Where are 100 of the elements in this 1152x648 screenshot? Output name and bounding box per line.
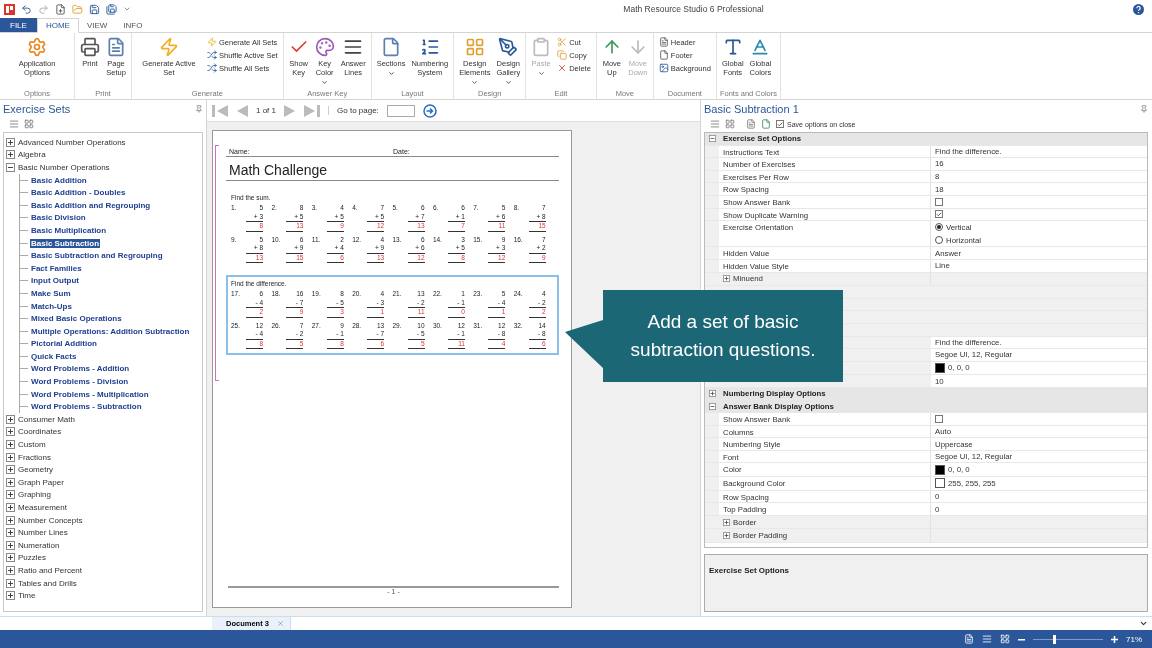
zoom-thumb[interactable] xyxy=(1053,635,1056,644)
pen-icon xyxy=(498,37,519,57)
shuffle-icon xyxy=(207,63,217,73)
tree-item[interactable]: Puzzles xyxy=(17,553,47,563)
view-icon[interactable] xyxy=(964,634,974,644)
tree-item[interactable]: Basic Division xyxy=(30,213,87,223)
tree-item[interactable]: Quick Facts xyxy=(30,351,78,361)
help-icon[interactable] xyxy=(1133,3,1144,15)
expand-icon[interactable] xyxy=(6,137,15,147)
tree-item[interactable]: Measurement xyxy=(17,503,68,512)
zoom-slider[interactable] xyxy=(1033,634,1103,644)
undo-icon[interactable] xyxy=(21,3,32,15)
color-swatch[interactable] xyxy=(935,478,945,489)
expand-icon[interactable] xyxy=(6,566,15,575)
checkbox[interactable] xyxy=(935,197,943,206)
tree-item[interactable]: Geometry xyxy=(17,465,55,475)
tree-item[interactable]: Fractions xyxy=(17,452,52,462)
caret-icon xyxy=(471,79,479,86)
expand-icon[interactable] xyxy=(6,414,15,424)
tree-item[interactable]: Custom xyxy=(17,440,47,450)
ribbon-tab[interactable]: VIEW xyxy=(78,18,116,32)
pin-icon[interactable] xyxy=(195,105,203,113)
save-icon[interactable] xyxy=(89,3,100,15)
tree-item[interactable]: Basic Addition and Regrouping xyxy=(30,200,152,210)
tree-item[interactable]: Consumer Math xyxy=(17,414,76,424)
caret-icon[interactable] xyxy=(1139,619,1148,628)
expand-icon[interactable] xyxy=(708,390,716,398)
view-icon[interactable] xyxy=(1000,634,1010,644)
tree-item[interactable]: Basic Addition - Doubles xyxy=(30,188,127,198)
tree-item[interactable]: Make Sum xyxy=(30,288,72,298)
ribbon-tab[interactable]: FILE xyxy=(0,18,37,32)
tree-item[interactable]: Fact Families xyxy=(30,263,83,273)
tree-item[interactable]: Time xyxy=(17,591,37,601)
tree-item[interactable]: Coordinates xyxy=(17,427,63,437)
tree-item[interactable]: Graph Paper xyxy=(17,477,65,487)
grid-icon xyxy=(464,37,485,57)
tree-item[interactable]: Match-Ups xyxy=(30,301,73,311)
checkbox[interactable] xyxy=(776,120,784,128)
expand-icon[interactable] xyxy=(6,440,15,450)
checkbox[interactable] xyxy=(935,210,943,219)
expand-icon[interactable] xyxy=(6,427,15,437)
tree-item[interactable]: Word Problems - Addition xyxy=(30,364,131,374)
tree-item[interactable]: Basic Addition xyxy=(30,175,88,185)
expand-icon[interactable] xyxy=(6,540,15,550)
expand-icon[interactable] xyxy=(6,553,15,563)
tree-item[interactable]: Number Lines xyxy=(17,528,69,538)
tree-item[interactable]: Basic Multiplication xyxy=(30,225,108,235)
ribbon-tab[interactable]: HOME xyxy=(36,18,79,33)
expand-icon[interactable] xyxy=(6,591,15,601)
tree-item[interactable]: Basic Number Operations xyxy=(17,163,111,172)
tree-item[interactable]: Advanced Number Operations xyxy=(17,137,127,147)
zoom-in-icon[interactable] xyxy=(1111,635,1118,643)
expand-icon[interactable] xyxy=(6,477,15,487)
expand-icon[interactable] xyxy=(6,515,15,525)
tree-item[interactable]: Word Problems - Multiplication xyxy=(30,389,150,399)
expand-icon[interactable] xyxy=(6,150,15,160)
worksheet-title: Math Challenge xyxy=(226,157,559,181)
panel-title: Exercise Sets xyxy=(3,103,71,115)
tree-item[interactable]: Mixed Basic Operations xyxy=(30,314,123,324)
exercise-section[interactable] xyxy=(226,275,559,355)
expand-icon[interactable] xyxy=(6,528,15,538)
checkbox[interactable] xyxy=(935,414,943,423)
view-icon[interactable] xyxy=(982,634,992,644)
expand-icon[interactable] xyxy=(723,518,730,526)
page-icon xyxy=(658,37,669,47)
tree-item[interactable]: Multiple Operations: Addition Subtraction xyxy=(30,326,191,336)
clipboard-icon xyxy=(531,37,552,57)
pin-icon[interactable] xyxy=(1140,105,1148,113)
expand-all-icon[interactable] xyxy=(24,119,34,129)
expand-icon[interactable] xyxy=(6,490,15,500)
expand-icon[interactable] xyxy=(6,578,15,588)
save-as-icon[interactable] xyxy=(106,3,117,15)
expand-icon[interactable] xyxy=(723,532,730,540)
new-file-icon[interactable] xyxy=(55,3,66,15)
color-swatch[interactable] xyxy=(935,363,945,373)
expand-icon[interactable] xyxy=(723,275,730,283)
tree-item[interactable]: Tables and Drills xyxy=(17,578,78,588)
tree-item[interactable]: Number Concepts xyxy=(17,515,84,525)
tree-item[interactable]: Ratio and Percent xyxy=(17,566,84,575)
expand-icon[interactable] xyxy=(6,465,15,475)
collapse-icon[interactable] xyxy=(6,163,15,172)
tree-item[interactable]: Algebra xyxy=(17,150,47,160)
page-input[interactable] xyxy=(386,104,415,117)
expand-icon[interactable] xyxy=(6,503,15,512)
tree-item[interactable]: Graphing xyxy=(17,490,52,500)
tree-item[interactable]: Word Problems - Division xyxy=(30,377,130,387)
color-swatch[interactable] xyxy=(935,464,945,475)
expand-icon[interactable] xyxy=(6,452,15,462)
page-icon[interactable] xyxy=(746,119,756,129)
tree-item[interactable]: Basic Subtraction and Regrouping xyxy=(30,251,164,261)
collapse-icon[interactable] xyxy=(708,402,716,410)
expand-all-icon[interactable] xyxy=(725,119,735,129)
collapse-icon[interactable] xyxy=(708,135,716,143)
tree-item[interactable]: Basic Subtraction xyxy=(30,238,100,248)
page-icon[interactable] xyxy=(761,119,771,129)
tree-item[interactable]: Input Output xyxy=(30,276,80,286)
ribbon-tab[interactable]: INFO xyxy=(115,18,151,32)
tree-item[interactable]: Numeration xyxy=(17,540,61,550)
tree-item[interactable]: Word Problems - Subtraction xyxy=(30,402,143,412)
tree-item[interactable]: Pictorial Addition xyxy=(30,339,98,349)
